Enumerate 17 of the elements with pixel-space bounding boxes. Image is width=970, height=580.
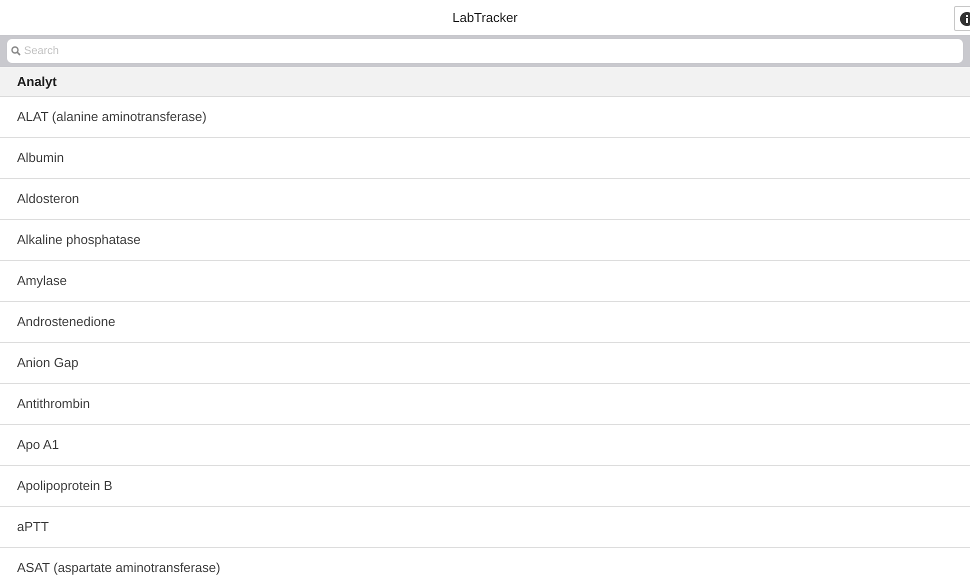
search-icon bbox=[11, 46, 21, 56]
column-header: Analyt bbox=[17, 72, 57, 91]
info-icon bbox=[960, 12, 970, 26]
search-field[interactable]: Search bbox=[7, 39, 963, 63]
analyte-row[interactable]: Albumin bbox=[0, 138, 970, 179]
analyte-row[interactable]: Alkaline phosphatase bbox=[0, 220, 970, 261]
analyte-row[interactable]: aPTT bbox=[0, 507, 970, 548]
analyte-row[interactable]: ALAT (alanine aminotransferase) bbox=[0, 97, 970, 138]
app-title: LabTracker bbox=[452, 8, 518, 27]
analyte-row[interactable]: Aldosteron bbox=[0, 179, 970, 220]
analyte-row[interactable]: Amylase bbox=[0, 261, 970, 302]
analyte-row[interactable]: ASAT (aspartate aminotransferase) bbox=[0, 548, 970, 580]
analyte-row[interactable]: Androstenedione bbox=[0, 302, 970, 343]
analyte-row[interactable]: Antithrombin bbox=[0, 384, 970, 425]
analyte-row[interactable]: Apolipoprotein B bbox=[0, 466, 970, 507]
analyte-row[interactable]: Apo A1 bbox=[0, 425, 970, 466]
analyte-row[interactable]: Anion Gap bbox=[0, 343, 970, 384]
